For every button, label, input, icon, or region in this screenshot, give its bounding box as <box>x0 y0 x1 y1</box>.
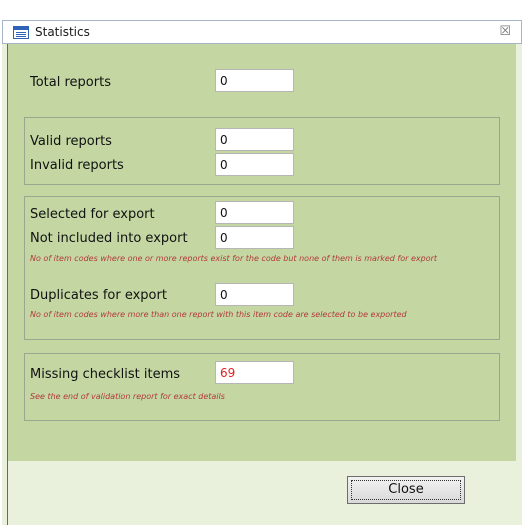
duplicates-note: No of item codes where more than one rep… <box>30 310 407 319</box>
focus-rect <box>351 480 461 500</box>
close-icon[interactable]: ☒ <box>499 24 511 39</box>
total-reports-field[interactable]: 0 <box>215 69 294 92</box>
invalid-reports-label: Invalid reports <box>30 158 124 173</box>
missing-checklist-note: See the end of validation report for exa… <box>30 392 225 401</box>
missing-checklist-label: Missing checklist items <box>30 367 181 382</box>
duplicates-field[interactable]: 0 <box>215 283 294 306</box>
window-right-border <box>516 44 522 525</box>
valid-reports-field[interactable]: 0 <box>215 128 294 151</box>
invalid-reports-field[interactable]: 0 <box>215 153 294 176</box>
selected-for-export-label: Selected for export <box>30 207 155 222</box>
duplicates-label: Duplicates for export <box>30 288 167 303</box>
not-included-note: No of item codes where one or more repor… <box>30 254 438 263</box>
total-reports-label: Total reports <box>30 75 111 90</box>
missing-checklist-field[interactable]: 69 <box>215 361 294 384</box>
title-bar: Statistics ☒ <box>2 20 522 44</box>
valid-reports-label: Valid reports <box>30 134 112 149</box>
window-title: Statistics <box>35 25 90 39</box>
form-icon <box>13 26 29 39</box>
not-included-label: Not included into export <box>30 231 188 246</box>
close-button[interactable]: Close <box>347 476 465 504</box>
not-included-field[interactable]: 0 <box>215 226 294 249</box>
selected-for-export-field[interactable]: 0 <box>215 201 294 224</box>
